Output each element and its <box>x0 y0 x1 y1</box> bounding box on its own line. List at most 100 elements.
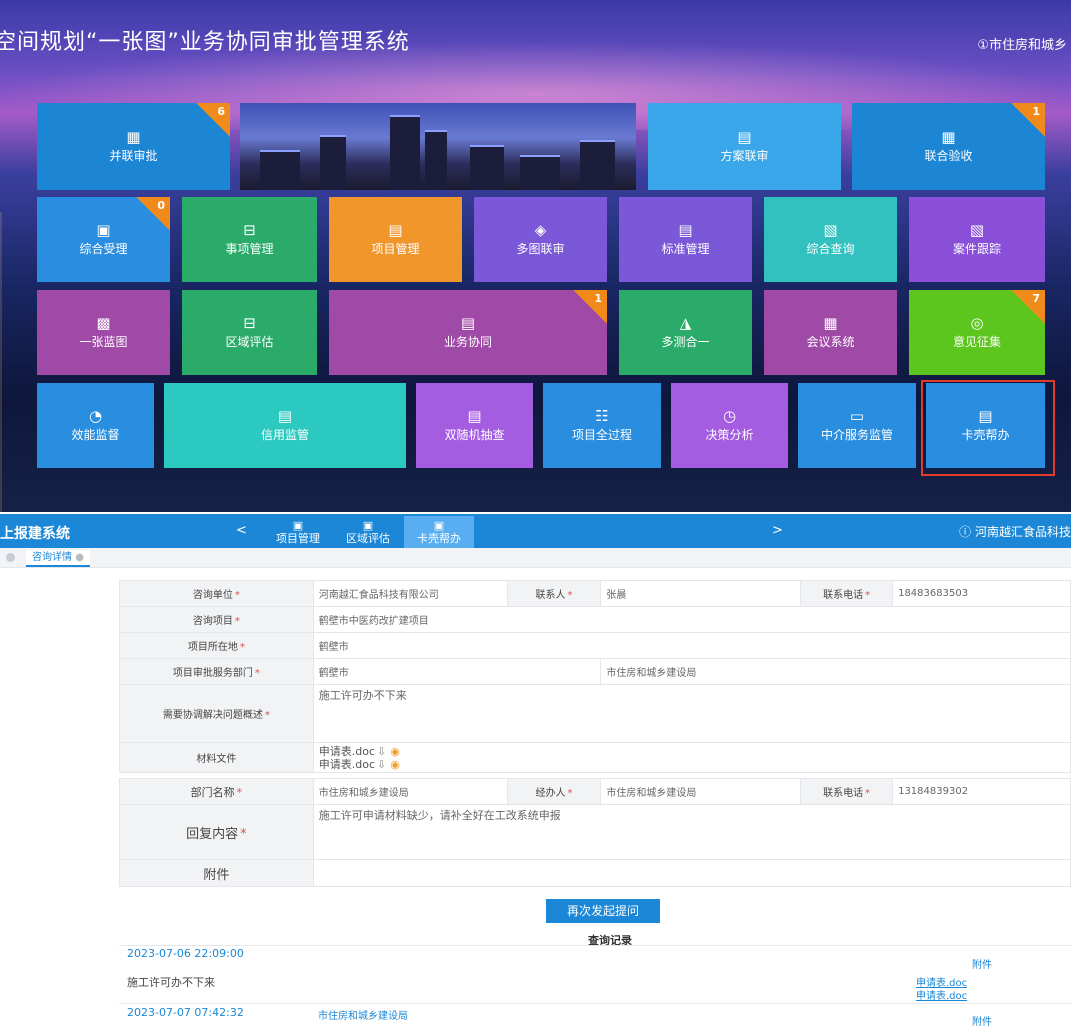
nav-next-button[interactable]: > <box>772 523 783 538</box>
user-menu[interactable]: ①市住房和城乡 <box>977 34 1067 53</box>
tile-label: 区域评估 <box>225 335 274 349</box>
label-location: 项目所在地 * <box>119 632 314 659</box>
user-icon: ⓘ <box>959 525 975 539</box>
pie-chart-icon: ◷ <box>722 407 737 425</box>
download-icon[interactable]: ⇩ <box>377 758 386 771</box>
field-files: 申请表.doc ⇩ ◉ 申请表.doc ⇩ ◉ <box>312 742 1071 773</box>
count-badge: 1 <box>573 290 607 324</box>
file-item[interactable]: 申请表.doc ⇩ ◉ <box>319 745 1065 758</box>
record-attach-label: 附件 <box>972 1017 992 1026</box>
tile-label: 综合查询 <box>806 242 855 256</box>
dashboard-panel: 空间规划“一张图”业务协同审批管理系统 ①市住房和城乡 6 ▦ 并联审批 ▤ 方… <box>0 0 1071 512</box>
record-text: 施工许可办不下来 <box>127 976 215 989</box>
gauge-icon: ◔ <box>88 407 103 425</box>
inbox-icon: ⊟ <box>243 221 256 239</box>
nav-prev-button[interactable]: < <box>236 523 247 538</box>
field-contact: 张晨 <box>600 580 802 607</box>
search-doc-icon: ▧ <box>969 221 985 239</box>
tile-label: 业务协同 <box>443 335 492 349</box>
clipboard-icon: ▤ <box>460 314 476 332</box>
tile-label: 方案联审 <box>720 149 769 163</box>
tile-yizhang[interactable]: ▩ 一张蓝图 <box>37 290 170 375</box>
tile-label: 效能监督 <box>71 428 120 442</box>
tile-label: 信用监管 <box>260 428 309 442</box>
nav-item-project[interactable]: ▣ 项目管理 <box>268 516 328 548</box>
consult-form: 咨询单位 * 河南越汇食品科技有限公司 联系人 * 张晨 联系电话 * 1848368… <box>119 580 1071 887</box>
count-badge: 7 <box>1011 290 1045 324</box>
grid-icon: ▦ <box>823 314 838 332</box>
label-reply-phone: 联系电话 * <box>800 778 894 805</box>
tile-binglian[interactable]: 6 ▦ 并联审批 <box>37 103 230 190</box>
field-attach <box>312 859 1071 887</box>
label-attach: 附件 <box>119 859 314 887</box>
tile-xinyong[interactable]: ▤ 信用监管 <box>164 383 406 468</box>
tile-zonghe-shouli[interactable]: 0 ▣ 综合受理 <box>37 197 170 282</box>
tile-yewu[interactable]: 1 ▤ 业务协同 <box>329 290 607 375</box>
eye-icon[interactable]: ◉ <box>390 758 400 771</box>
tile-label: 会议系统 <box>806 335 855 349</box>
document-icon: ▤ <box>737 128 752 146</box>
tile-label: 多测合一 <box>661 335 710 349</box>
tile-label: 案件跟踪 <box>952 242 1001 256</box>
company-name: 河南越汇食品科技 <box>974 525 1071 539</box>
top-nav: 上报建系统 < ▣ 项目管理 ▣ 区域评估 ▣ 卡壳帮办 > ⓘ 河南越汇食品科… <box>0 514 1071 548</box>
tile-yijian[interactable]: 7 ◎ 意见征集 <box>909 290 1045 375</box>
eye-icon[interactable]: ◉ <box>390 745 400 758</box>
tab-scroll-icon[interactable] <box>6 553 15 562</box>
tile-zonghe-chaxun[interactable]: ▧ 综合查询 <box>764 197 897 282</box>
folder-icon: ▤ <box>388 221 403 239</box>
label-reply: 回复内容 * <box>119 804 314 860</box>
inbox-icon: ▣ <box>362 519 374 532</box>
tab-consult-detail[interactable]: 咨询详情 ● <box>26 550 90 567</box>
tile-lianhe[interactable]: 1 ▦ 联合验收 <box>852 103 1045 190</box>
divider <box>119 1003 1071 1004</box>
system-brand: 上报建系统 <box>0 526 70 542</box>
measure-icon: ◮ <box>679 314 692 332</box>
download-icon[interactable]: ⇩ <box>377 745 386 758</box>
city-photo <box>240 103 636 190</box>
record-file-link[interactable]: 申请表.doc <box>916 987 967 1002</box>
tile-label: 一张蓝图 <box>79 335 128 349</box>
field-unit: 河南越汇食品科技有限公司 <box>312 580 508 607</box>
tile-xiangmu[interactable]: ▤ 项目管理 <box>329 197 462 282</box>
grid-icon: ▦ <box>126 128 141 146</box>
tile-label: 决策分析 <box>705 428 754 442</box>
field-issue: 施工许可办不下来 <box>312 684 1071 743</box>
tile-huiyi[interactable]: ▦ 会议系统 <box>764 290 897 375</box>
tile-duotu[interactable]: ◈ 多图联审 <box>474 197 607 282</box>
system-title: 空间规划“一张图”业务协同审批管理系统 <box>0 30 410 55</box>
label-unit: 咨询单位 * <box>119 580 314 607</box>
tile-label: 事项管理 <box>225 242 274 256</box>
edit-icon: ◎ <box>970 314 984 332</box>
nav-item-region[interactable]: ▣ 区域评估 <box>338 516 398 548</box>
tile-label: 综合受理 <box>79 242 128 256</box>
company-user[interactable]: ⓘ 河南越汇食品科技 <box>959 523 1071 540</box>
tile-shixiang[interactable]: ⊟ 事项管理 <box>182 197 317 282</box>
resend-question-button[interactable]: 再次发起提问 <box>546 899 660 923</box>
tile-fangan[interactable]: ▤ 方案联审 <box>648 103 841 190</box>
tile-label: 双随机抽查 <box>444 428 505 442</box>
field-dept: 市住房和城乡建设局 <box>600 658 1071 685</box>
label-handler: 经办人 * <box>506 778 602 805</box>
tile-juece[interactable]: ◷ 决策分析 <box>671 383 788 468</box>
tile-label: 标准管理 <box>661 242 710 256</box>
credit-doc-icon: ▣ <box>433 519 445 532</box>
tile-duoce[interactable]: ◮ 多测合一 <box>619 290 752 375</box>
field-location: 鹤壁市 <box>312 632 1071 659</box>
count-badge: 1 <box>1011 103 1045 137</box>
tile-xiaoneng[interactable]: ◔ 效能监督 <box>37 383 154 468</box>
file-item[interactable]: 申请表.doc ⇩ ◉ <box>319 758 1065 771</box>
field-reply-dept: 市住房和城乡建设局 <box>312 778 508 805</box>
tile-zhongjie[interactable]: ▭ 中介服务监管 <box>798 383 916 468</box>
tile-quyu[interactable]: ⊟ 区域评估 <box>182 290 317 375</box>
tile-biaozhun[interactable]: ▤ 标准管理 <box>619 197 752 282</box>
nav-item-kake[interactable]: ▣ 卡壳帮办 <box>404 516 474 548</box>
checklist-icon: ☷ <box>595 407 609 425</box>
tile-anjian[interactable]: ▧ 案件跟踪 <box>909 197 1045 282</box>
tile-label: 多图联审 <box>516 242 565 256</box>
tile-shuangsui[interactable]: ▤ 双随机抽查 <box>416 383 533 468</box>
search-doc-icon: ▧ <box>823 221 838 239</box>
tile-quanguocheng[interactable]: ☷ 项目全过程 <box>543 383 661 468</box>
record-time: 2023-07-07 07:42:32 <box>127 1006 244 1019</box>
field-project: 鹤壁市中医药改扩建项目 <box>312 606 1071 633</box>
